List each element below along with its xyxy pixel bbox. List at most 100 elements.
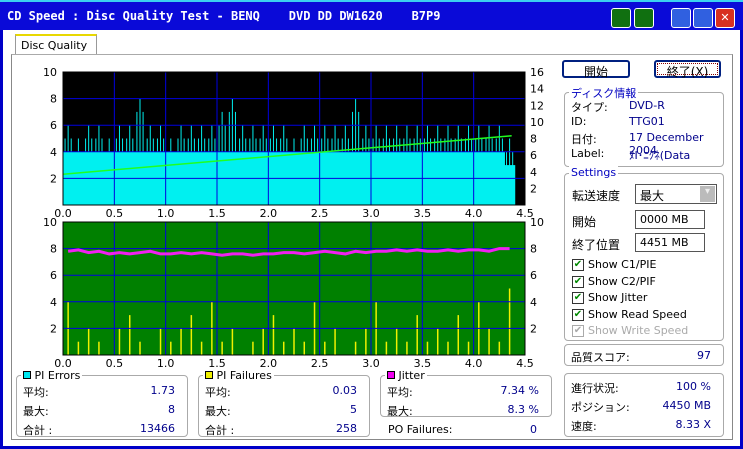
- client-area: Disc Quality 0.0 0.5 1.0 1.5 2.0 2.5 3.0 3.5 4.0…: [3, 30, 740, 446]
- start-input[interactable]: 0000 MB: [635, 210, 705, 229]
- end-input[interactable]: 4451 MB: [635, 233, 705, 252]
- row-value: TTG01: [629, 115, 665, 128]
- disc-info-group: ディスク情報 タイプ: DVD-R ID: TTG01 日付: 17 December 2…: [564, 85, 724, 167]
- checkbox[interactable]: ✔: [572, 275, 584, 288]
- y-right-tick-label: 4: [530, 166, 537, 179]
- x-tick-label: 4.5: [516, 357, 534, 370]
- y-right-tick-label: 4: [530, 296, 537, 309]
- x-tick-label: 2.5: [311, 357, 329, 370]
- row-label: タイプ:: [571, 101, 608, 114]
- title-bar: CD Speed : Disc Quality Test - BENQ DVD …: [0, 0, 743, 30]
- speed-value: 最大: [640, 189, 665, 203]
- y-left-tick-label: 8: [50, 93, 57, 106]
- row-value: 5: [350, 403, 357, 416]
- row-label: ID:: [571, 115, 587, 128]
- y-right-tick-label: 6: [530, 269, 537, 282]
- x-tick-label: 1.0: [157, 207, 175, 220]
- checkbox-label: Show Read Speed: [588, 307, 687, 321]
- checkbox[interactable]: ✔: [572, 308, 584, 321]
- y-left-tick-label: 6: [50, 119, 57, 132]
- y-left-tick-label: 8: [50, 243, 57, 256]
- x-tick-label: 4.0: [465, 207, 483, 220]
- exit-button[interactable]: 終了(X): [654, 60, 721, 79]
- y-right-tick-label: 12: [530, 99, 544, 112]
- y-right-tick-label: 16: [530, 66, 544, 79]
- y-right-tick-label: 8: [530, 133, 537, 146]
- x-tick-label: 0.5: [106, 207, 124, 220]
- settings-group: Settings 転送速度 最大 ▾ 開始 0000 MB 終了位置 4451 …: [564, 166, 724, 341]
- y-left-tick-label: 6: [50, 269, 57, 282]
- row-value: 258: [336, 422, 357, 435]
- progress-group: 進行状況: 100 % ポジション: 4450 MB 速度: 8.33 X: [564, 373, 724, 437]
- quality-score-label: 品質スコア:: [571, 351, 630, 364]
- row-label: 進行状況:: [571, 382, 619, 395]
- chevron-down-icon[interactable]: ▾: [700, 186, 715, 202]
- x-tick-label: 2.0: [260, 207, 278, 220]
- y-right-tick-label: 10: [530, 216, 544, 229]
- y-left-tick-label: 2: [50, 172, 57, 185]
- x-tick-label: 1.0: [157, 357, 175, 370]
- x-tick-label: 4.0: [465, 357, 483, 370]
- checkbox[interactable]: ✔: [572, 259, 584, 271]
- pi-errors-group: PI Errors 平均: 1.73 最大: 8 合計 : 13466: [16, 369, 188, 437]
- jitter-group: Jitter 平均: 7.34 % 最大: 8.3 %: [380, 369, 552, 418]
- checkbox-label: Show Write Speed: [588, 324, 689, 337]
- end-label: 終了位置: [572, 238, 621, 252]
- charts: 0.0 0.5 1.0 1.5 2.0 2.5 3.0 3.5 4.0 4.52468102468…: [43, 66, 544, 370]
- x-tick-label: 3.0: [362, 357, 380, 370]
- speed-select[interactable]: 最大 ▾: [635, 184, 717, 204]
- x-tick-label: 3.0: [362, 207, 380, 220]
- row-label: 最大:: [387, 405, 413, 418]
- quality-score-value: 97: [697, 349, 711, 362]
- y-right-tick-label: 8: [530, 243, 537, 256]
- pi-failures-swatch: [205, 371, 213, 379]
- row-value: DVD-R: [629, 99, 665, 112]
- row-value: 0.03: [332, 384, 358, 397]
- y-right-tick-label: 2: [530, 322, 537, 335]
- close-button[interactable]: ✕: [715, 8, 735, 28]
- maximize-button[interactable]: [693, 8, 713, 28]
- row-label: 最大:: [23, 405, 49, 418]
- speed-label: 転送速度: [572, 189, 621, 203]
- row-label: Label:: [571, 147, 605, 160]
- pi-failures-title: PI Failures: [216, 369, 272, 382]
- minimize-button[interactable]: [671, 8, 691, 28]
- checkbox-label: Show C1/PIE: [588, 258, 657, 271]
- x-tick-label: 3.5: [414, 207, 432, 220]
- start-button[interactable]: 開始: [562, 60, 630, 79]
- row-label: ポジション:: [571, 401, 630, 414]
- settings-title: Settings: [569, 166, 619, 179]
- y-left-tick-label: 10: [43, 66, 57, 79]
- row-label: 平均:: [205, 386, 231, 399]
- row-label: 平均:: [387, 386, 413, 399]
- y-right-tick-label: 2: [530, 182, 537, 195]
- x-tick-label: 1.5: [208, 207, 226, 220]
- save-icon[interactable]: [634, 8, 654, 28]
- checkbox-label: Show Jitter: [588, 291, 648, 304]
- y-right-tick-label: 10: [530, 116, 544, 129]
- y-left-tick-label: 10: [43, 216, 57, 229]
- po-failures-label: PO Failures:: [388, 423, 453, 436]
- row-label: 合計 :: [23, 424, 53, 437]
- row-value: 8: [168, 403, 175, 416]
- window-title: CD Speed : Disc Quality Test - BENQ DVD …: [7, 9, 441, 23]
- y-left-tick-label: 4: [50, 296, 57, 309]
- pi-failures-group: PI Failures 平均: 0.03 最大: 5 合計 : 258: [198, 369, 370, 437]
- start-label: 開始: [572, 215, 597, 229]
- checkbox: ✔: [572, 325, 584, 337]
- row-value: 1.73: [150, 384, 176, 397]
- pi-errors-title: PI Errors: [34, 369, 81, 382]
- checkbox[interactable]: ✔: [572, 292, 584, 304]
- row-value: 8.33 X: [675, 418, 711, 431]
- jitter-title: Jitter: [398, 369, 425, 382]
- x-tick-label: 2.5: [311, 207, 329, 220]
- row-label: 速度:: [571, 420, 597, 433]
- jitter-swatch: [387, 371, 395, 379]
- checkbox-label: Show C2/PIF: [588, 274, 656, 288]
- copy-icon[interactable]: [611, 8, 631, 28]
- y-right-tick-label: 6: [530, 149, 537, 162]
- y-left-tick-label: 4: [50, 146, 57, 159]
- y-left-tick-label: 2: [50, 322, 57, 335]
- row-label: 合計 :: [205, 424, 235, 437]
- quality-score-group: 品質スコア: 97: [564, 344, 724, 366]
